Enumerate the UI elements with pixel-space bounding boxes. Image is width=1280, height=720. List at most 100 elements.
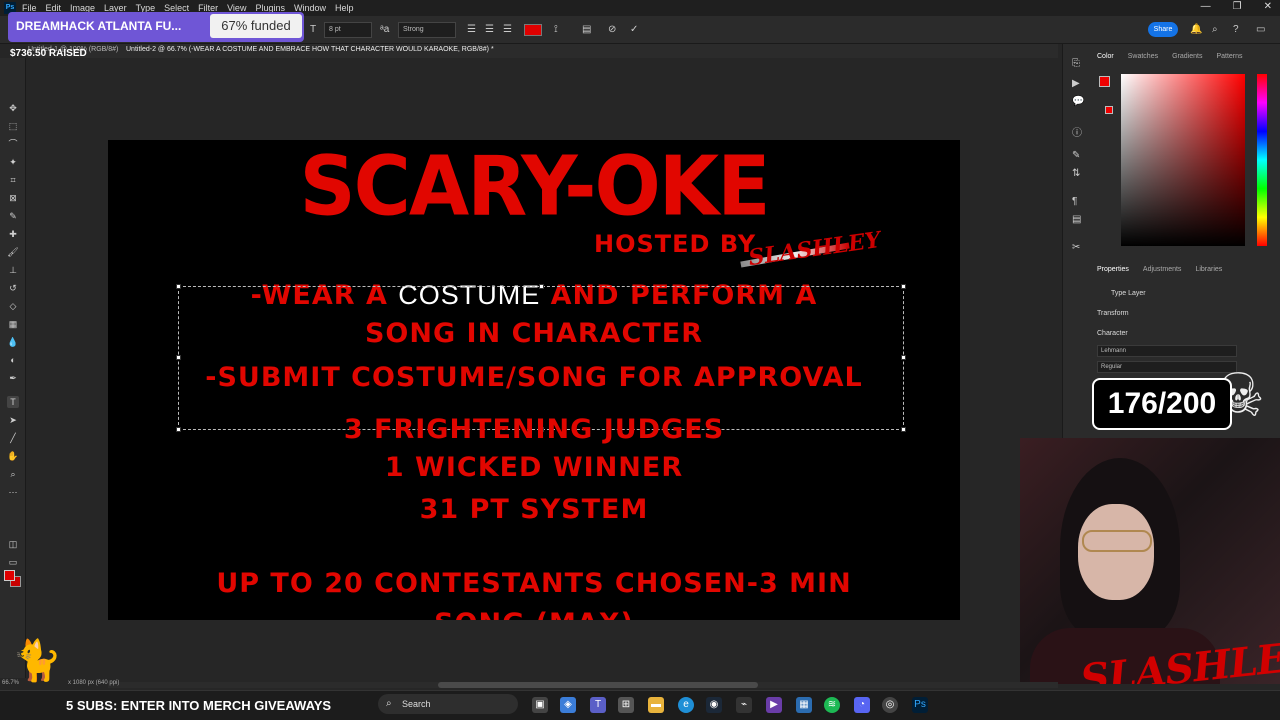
brush-tool-icon[interactable]: 🖌 [7, 246, 19, 258]
comments-icon[interactable]: 💬 [1072, 96, 1084, 107]
align-left-icon[interactable]: ☰ [467, 24, 476, 35]
gamut-warning-chip[interactable] [1105, 106, 1113, 114]
tab-properties[interactable]: Properties [1097, 266, 1129, 280]
maximize-button[interactable]: ❐ [1233, 1, 1242, 12]
dodge-tool-icon[interactable]: ◐ [7, 354, 19, 366]
file-explorer-icon[interactable]: ▬ [648, 697, 664, 713]
history-brush-icon[interactable]: ↺ [7, 282, 19, 294]
teams-icon[interactable]: T [590, 697, 606, 713]
commit-check-icon[interactable]: ✓ [630, 24, 638, 35]
scrollbar-thumb[interactable] [438, 682, 758, 688]
notifications-icon[interactable]: 🔔 [1190, 24, 1202, 35]
eyedropper-tool-icon[interactable]: ✎ [7, 210, 19, 222]
adjust-icon[interactable]: ⇅ [1072, 168, 1080, 179]
steam-icon[interactable]: ◉ [706, 697, 722, 713]
app-icon[interactable]: ⌁ [736, 697, 752, 713]
cancel-icon[interactable]: ⊘ [608, 24, 616, 35]
tab-patterns[interactable]: Patterns [1216, 53, 1242, 67]
info-icon[interactable]: ⓘ [1072, 124, 1082, 139]
quick-mask-icon[interactable]: ◫ [7, 538, 19, 550]
crop-tool-icon[interactable]: ⌗ [7, 174, 19, 186]
tools-panel: ✥ ⬚ ⌒ ✦ ⌗ ⊠ ✎ ✚ 🖌 ⊥ ↺ ◇ ▦ 💧 ◐ ✒ T ➤ ╱ ✋ … [0, 58, 26, 678]
path-selection-icon[interactable]: ➤ [7, 414, 19, 426]
close-button[interactable]: ✕ [1264, 1, 1272, 12]
antialias-select[interactable]: Strong [398, 22, 456, 38]
discord-icon[interactable]: ◔ [854, 697, 870, 713]
magic-wand-tool-icon[interactable]: ✦ [7, 156, 19, 168]
search-label: Search [402, 699, 431, 709]
workspace-icon[interactable]: ▭ [1256, 24, 1265, 35]
shape-tool-icon[interactable]: ╱ [7, 432, 19, 444]
transform-handle[interactable] [901, 355, 906, 360]
taskbar-search[interactable]: ⌕ Search [378, 694, 518, 714]
photoshop-taskbar-icon[interactable]: Ps [912, 697, 928, 713]
warp-text-icon[interactable]: ⟟ [554, 24, 558, 35]
tab-color[interactable]: Color [1097, 53, 1114, 67]
type-tool-icon[interactable]: T [7, 396, 19, 408]
font-size-field[interactable]: 8 pt [324, 22, 372, 38]
text-bounding-box[interactable] [176, 284, 906, 432]
minimize-button[interactable]: — [1201, 1, 1211, 12]
webcam-feed: SLASHLEY [1020, 438, 1280, 684]
photos-icon[interactable]: ▦ [796, 697, 812, 713]
pen-tool-icon[interactable]: ✒ [7, 372, 19, 384]
glyphs-icon[interactable]: ▤ [1072, 214, 1081, 225]
gradient-tool-icon[interactable]: ▦ [7, 318, 19, 330]
tab-libraries[interactable]: Libraries [1195, 266, 1222, 280]
search-icon[interactable]: ⌕ [1212, 24, 1218, 35]
foreground-color-swatch[interactable] [4, 570, 15, 581]
text-color-swatch[interactable] [524, 24, 542, 36]
task-view-icon[interactable]: ▣ [532, 697, 548, 713]
zoom-tool-icon[interactable]: ⌕ [7, 468, 19, 480]
eraser-tool-icon[interactable]: ◇ [7, 300, 19, 312]
help-icon[interactable]: ? [1233, 24, 1239, 35]
character-panel-icon[interactable]: ▤ [582, 24, 591, 35]
screen-mode-icon[interactable]: ▭ [7, 556, 19, 568]
tools-icon[interactable]: ✂ [1072, 242, 1080, 253]
transform-section[interactable]: Transform [1097, 310, 1129, 317]
copilot-icon[interactable]: ◈ [560, 697, 576, 713]
transform-handle[interactable] [176, 355, 181, 360]
transform-handle[interactable] [176, 284, 181, 289]
more-tools-icon[interactable]: ⋯ [7, 486, 19, 498]
rule-line-8: SONG (MAX) [108, 608, 960, 620]
brushes-icon[interactable]: ✎ [1072, 150, 1080, 161]
healing-tool-icon[interactable]: ✚ [7, 228, 19, 240]
actions-icon[interactable]: ▶ [1072, 78, 1080, 89]
fg-color-chip[interactable] [1099, 76, 1110, 87]
text-orientation-icon[interactable]: T [310, 24, 316, 35]
hue-slider[interactable] [1257, 74, 1267, 246]
marquee-tool-icon[interactable]: ⬚ [7, 120, 19, 132]
horizontal-scrollbar[interactable] [108, 682, 1058, 688]
document-canvas[interactable]: SCARY-OKE HOSTED BY SLASHLEY -WEAR A COS… [108, 140, 960, 620]
color-picker-field[interactable] [1121, 74, 1245, 246]
paragraph-icon[interactable]: ¶ [1072, 196, 1077, 207]
tab-gradients[interactable]: Gradients [1172, 53, 1202, 67]
tab-swatches[interactable]: Swatches [1128, 53, 1158, 67]
frame-tool-icon[interactable]: ⊠ [7, 192, 19, 204]
align-right-icon[interactable]: ☰ [503, 24, 512, 35]
lasso-tool-icon[interactable]: ⌒ [7, 138, 19, 150]
move-tool-icon[interactable]: ✥ [7, 102, 19, 114]
edge-icon[interactable]: e [678, 697, 694, 713]
funded-percentage: 67% funded [210, 14, 302, 38]
menu-help[interactable]: Help [335, 3, 354, 13]
align-center-icon[interactable]: ☰ [485, 24, 494, 35]
sub-ticker: 5 SUBS: ENTER INTO MERCH GIVEAWAYS [66, 698, 332, 713]
hand-tool-icon[interactable]: ✋ [7, 450, 19, 462]
character-section[interactable]: Character [1097, 330, 1128, 337]
media-icon[interactable]: ▶ [766, 697, 782, 713]
share-button[interactable]: Share [1148, 22, 1178, 37]
transform-handle[interactable] [539, 284, 544, 289]
tab-adjustments[interactable]: Adjustments [1143, 266, 1182, 280]
type-layer-label: Type Layer [1111, 290, 1146, 297]
store-icon[interactable]: ⊞ [618, 697, 634, 713]
obs-icon[interactable]: ◎ [882, 697, 898, 713]
stamp-tool-icon[interactable]: ⊥ [7, 264, 19, 276]
spotify-icon[interactable]: ≋ [824, 697, 840, 713]
history-icon[interactable]: ⎘ [1072, 58, 1080, 69]
blur-tool-icon[interactable]: 💧 [7, 336, 19, 348]
transform-handle[interactable] [901, 284, 906, 289]
tab-untitled-2[interactable]: Untitled-2 @ 66.7% (-WEAR A COSTUME AND … [126, 46, 494, 53]
document-info: x 1080 px (640 ppi) [68, 680, 120, 686]
